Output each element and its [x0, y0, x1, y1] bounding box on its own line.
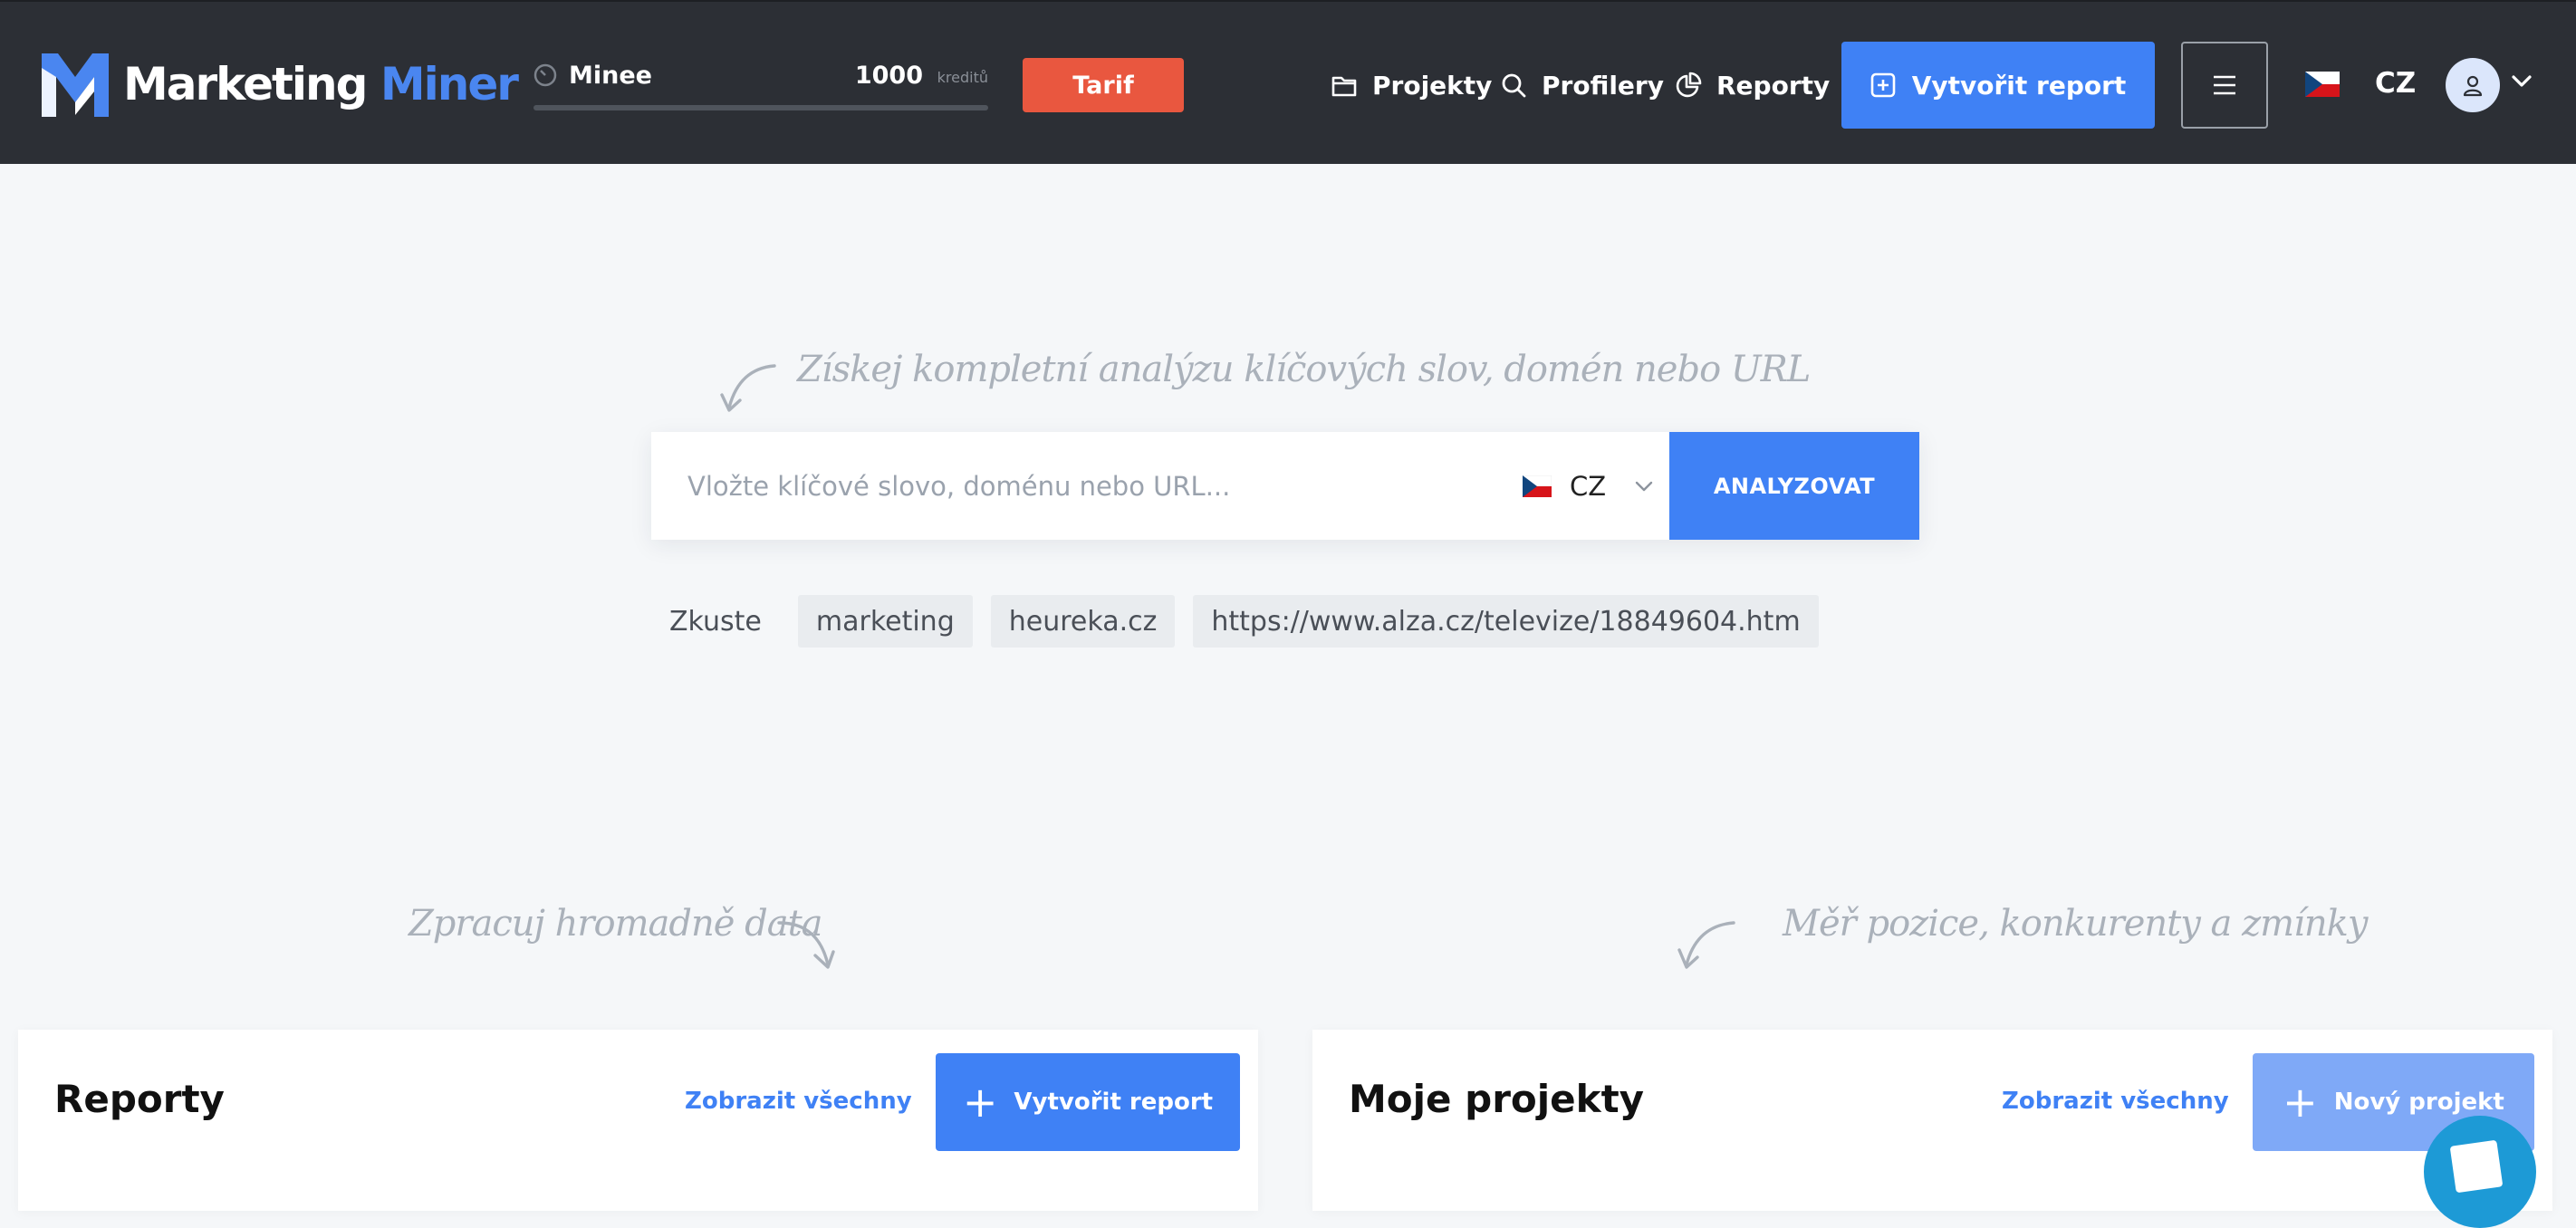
create-report-button[interactable]: Vytvořit report — [1841, 42, 2155, 129]
top-navigation-bar: Marketing Miner Minee 1000 kreditů Tarif… — [0, 0, 2576, 164]
hamburger-icon — [2214, 75, 2235, 95]
suggestion-chip[interactable]: https://www.alza.cz/televize/18849604.ht… — [1193, 595, 1819, 648]
reports-card-title: Reporty — [54, 1077, 225, 1121]
tracking-hint-text: Měř pozice, konkurenty a zmínky — [1783, 903, 2369, 945]
search-box: CZ ANALYZOVAT — [651, 432, 1919, 540]
analyze-button[interactable]: ANALYZOVAT — [1669, 432, 1919, 540]
nav-item-profilery[interactable]: Profilery — [1500, 65, 1664, 105]
tarif-button[interactable]: Tarif — [1023, 58, 1184, 112]
nav-item-label: Projekty — [1372, 70, 1493, 101]
suggestions-label: Zkuste — [669, 605, 762, 638]
chevron-down-icon — [1635, 481, 1653, 491]
curved-arrow-icon — [1677, 921, 1735, 969]
chevron-down-icon[interactable] — [2511, 74, 2533, 89]
search-input[interactable] — [651, 432, 1666, 540]
curved-arrow-icon — [720, 364, 776, 412]
country-select[interactable]: CZ — [1523, 432, 1653, 540]
create-report-card-button[interactable]: + Vytvořit report — [936, 1053, 1240, 1151]
credit-unit: kreditů — [937, 69, 988, 86]
curved-arrow-icon — [777, 921, 835, 969]
nav-item-label: Profilery — [1542, 70, 1664, 101]
nav-item-label: Reporty — [1716, 70, 1831, 101]
bulk-data-hint-text: Zpracuj hromadně data — [409, 903, 823, 945]
reports-show-all-link[interactable]: Zobrazit všechny — [685, 1088, 912, 1115]
suggestion-chip[interactable]: marketing — [797, 595, 973, 648]
marketing-miner-logo[interactable]: Marketing Miner — [40, 49, 519, 120]
czech-flag-icon — [1523, 475, 1552, 497]
chat-icon — [2449, 1139, 2504, 1194]
credit-meter[interactable]: Minee 1000 kreditů — [533, 60, 988, 110]
user-icon — [2463, 75, 2483, 97]
credit-progress-bar — [533, 105, 988, 110]
credit-user-name: Minee — [569, 62, 652, 90]
folder-icon — [1331, 76, 1357, 97]
projects-card: Moje projekty Zobrazit všechny + Nový pr… — [1312, 1030, 2552, 1211]
logo-mark-icon — [42, 53, 109, 117]
plus-icon: + — [2283, 1078, 2318, 1127]
search-hint-text: Získej kompletní analýzu klíčových slov,… — [797, 349, 1811, 390]
hamburger-menu-button[interactable] — [2181, 42, 2268, 129]
credit-gauge-icon — [533, 63, 557, 87]
czech-flag-icon[interactable] — [2305, 72, 2340, 97]
search-icon — [1502, 73, 1526, 98]
credit-count: 1000 — [854, 62, 923, 90]
create-report-card-label: Vytvořit report — [1014, 1089, 1214, 1116]
language-label[interactable]: CZ — [2375, 67, 2416, 100]
new-project-label: Nový projekt — [2333, 1089, 2504, 1116]
chat-widget-button[interactable] — [2424, 1116, 2536, 1228]
suggestions-row: Zkuste marketing heureka.cz https://www.… — [669, 595, 1837, 648]
country-label: CZ — [1570, 470, 1607, 502]
suggestion-chip[interactable]: heureka.cz — [990, 595, 1176, 648]
logo-text: Marketing Miner — [123, 58, 519, 110]
reports-card: Reporty Zobrazit všechny + Vytvořit repo… — [18, 1030, 1258, 1211]
create-report-label: Vytvořit report — [1911, 70, 2127, 101]
projects-show-all-link[interactable]: Zobrazit všechny — [2002, 1088, 2229, 1115]
projects-card-title: Moje projekty — [1349, 1077, 1645, 1121]
nav-item-projekty[interactable]: Projekty — [1331, 65, 1492, 105]
add-box-icon — [1870, 72, 1895, 98]
user-avatar[interactable] — [2446, 58, 2500, 112]
pie-chart-icon — [1676, 72, 1702, 98]
plus-icon: + — [962, 1078, 998, 1127]
nav-item-reporty[interactable]: Reporty — [1675, 65, 1830, 105]
